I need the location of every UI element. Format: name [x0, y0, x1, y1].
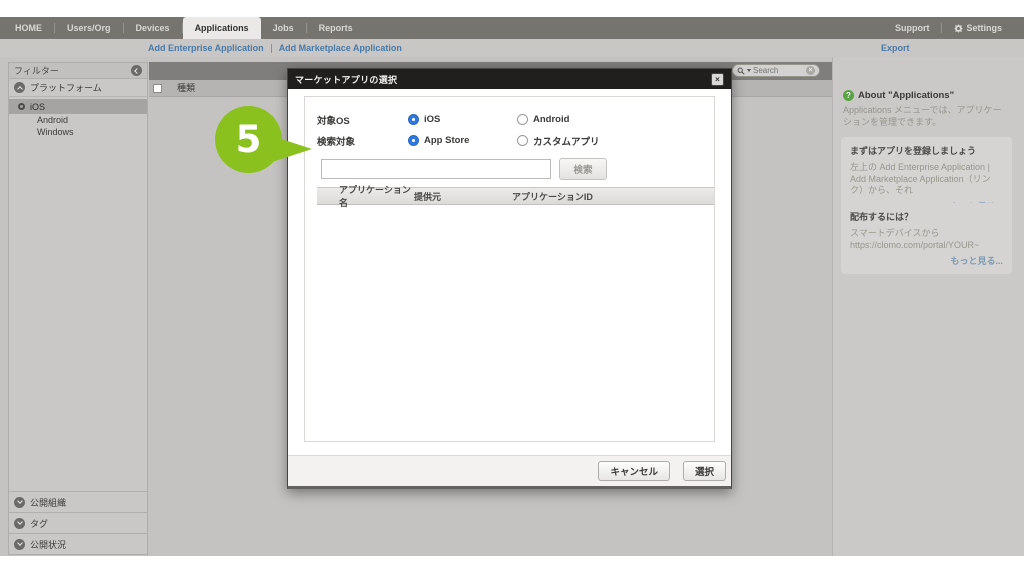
section-toggle-icon: [14, 539, 25, 550]
navbar-right: Support Settings: [883, 17, 1024, 39]
sidebar-item-android[interactable]: Android: [9, 114, 147, 126]
radio-app-store[interactable]: [408, 135, 419, 146]
dialog-footer: キャンセル 選択: [288, 455, 731, 486]
close-icon[interactable]: ×: [711, 73, 724, 86]
add-enterprise-application-link[interactable]: Add Enterprise Application: [148, 43, 264, 53]
step-number: 5: [236, 118, 262, 161]
tags-label: タグ: [30, 517, 48, 530]
result-table-header: アプリケーション名 提供元 アプリケーションID: [317, 187, 714, 205]
section-toggle-icon: [14, 497, 25, 508]
link-separator: [271, 44, 272, 53]
radio-android-label: Android: [533, 114, 569, 125]
search-button[interactable]: 検索: [559, 158, 607, 180]
top-navbar: HOME Users/Org Devices Applications Jobs…: [0, 17, 1024, 39]
about-applications-title: About "Applications": [858, 90, 954, 101]
list-search-input[interactable]: [753, 66, 804, 75]
tab-reports[interactable]: Reports: [307, 17, 365, 39]
filter-header: フィルター: [9, 63, 147, 79]
platform-section-label: プラットフォーム: [30, 81, 102, 94]
section-toggle-icon: [14, 82, 25, 93]
search-scope-caret-icon[interactable]: [747, 69, 751, 72]
target-os-row: 対象OS iOS Android: [317, 109, 714, 130]
market-app-select-dialog: マーケットアプリの選択 × 対象OS iOS Android 検索対象: [287, 68, 732, 489]
tab-home[interactable]: HOME: [3, 17, 54, 39]
help-card-distribute: 配布するには？ スマートデバイスから https://clomo.com/por…: [841, 203, 1012, 274]
platform-selected-icon: [18, 103, 25, 110]
select-all-checkbox[interactable]: [153, 84, 162, 93]
help-card-title: まずはアプリを登録しましょう: [850, 144, 1003, 157]
settings-link[interactable]: Settings: [942, 17, 1014, 39]
about-applications-body: Applications メニューでは、アプリケーションを管理できます。: [843, 105, 1010, 128]
collapse-sidebar-icon[interactable]: [131, 65, 142, 76]
see-more-link[interactable]: もっと見る...: [850, 254, 1003, 267]
section-public-status[interactable]: 公開状況: [9, 533, 147, 554]
tab-jobs[interactable]: Jobs: [261, 17, 306, 39]
help-panel: ? About "Applications" Applications メニュー…: [832, 57, 1024, 556]
section-toggle-icon: [14, 518, 25, 529]
target-os-label: 対象OS: [317, 113, 408, 127]
help-card-line1: スマートデバイスから: [850, 228, 1003, 240]
radio-ios[interactable]: [408, 114, 419, 125]
tab-users-org[interactable]: Users/Org: [55, 17, 123, 39]
help-card-body: 左上の Add Enterprise Application | Add Mar…: [850, 162, 1003, 197]
export-link[interactable]: Export: [881, 39, 910, 57]
sidebar-bottom-sections: 公開組織 タグ 公開状況: [9, 491, 147, 554]
radio-app-store-label: App Store: [424, 135, 469, 146]
settings-label: Settings: [966, 17, 1002, 39]
step-badge: 5: [215, 106, 282, 173]
public-status-label: 公開状況: [30, 538, 66, 551]
radio-ios-label: iOS: [424, 114, 440, 125]
search-target-row: 検索対象 App Store カスタムアプリ: [317, 130, 714, 151]
radio-custom-app-label: カスタムアプリ: [533, 134, 600, 148]
help-card-url: https://clomo.com/portal/YOUR~: [850, 240, 1003, 252]
app-window: HOME Users/Org Devices Applications Jobs…: [0, 0, 1024, 576]
filter-title: フィルター: [14, 64, 131, 77]
help-question-icon: ?: [843, 90, 854, 101]
section-public-org[interactable]: 公開組織: [9, 491, 147, 512]
section-tags[interactable]: タグ: [9, 512, 147, 533]
filter-sidebar: フィルター プラットフォーム iOS Android Windows 公開組織 …: [8, 62, 148, 555]
radio-custom-app[interactable]: [517, 135, 528, 146]
type-column-header: 種類: [177, 80, 195, 97]
dialog-panel: 対象OS iOS Android 検索対象 App Store: [304, 96, 715, 442]
tab-devices[interactable]: Devices: [124, 17, 182, 39]
select-button[interactable]: 選択: [683, 461, 726, 481]
action-bar: Add Enterprise Application Add Marketpla…: [0, 39, 1024, 57]
app-search-input[interactable]: [321, 159, 551, 179]
tab-applications[interactable]: Applications: [183, 17, 261, 39]
cancel-button[interactable]: キャンセル: [598, 461, 670, 481]
list-search-box[interactable]: ×: [732, 64, 820, 77]
clear-search-icon[interactable]: ×: [806, 66, 815, 75]
platform-ios-label: iOS: [30, 102, 45, 112]
platform-section-header[interactable]: プラットフォーム: [9, 79, 147, 97]
sidebar-item-ios[interactable]: iOS: [9, 99, 147, 114]
column-app-name: アプリケーション名: [317, 183, 414, 209]
support-link[interactable]: Support: [883, 17, 942, 39]
add-marketplace-application-link[interactable]: Add Marketplace Application: [279, 43, 402, 53]
dialog-title: マーケットアプリの選択: [295, 73, 397, 86]
help-card-title: 配布するには？: [850, 210, 1003, 223]
search-icon: [737, 67, 745, 75]
radio-android[interactable]: [517, 114, 528, 125]
sidebar-item-windows[interactable]: Windows: [9, 126, 147, 138]
search-target-label: 検索対象: [317, 134, 408, 148]
column-provider: 提供元: [414, 190, 512, 203]
public-org-label: 公開組織: [30, 496, 66, 509]
column-app-id: アプリケーションID: [512, 190, 714, 203]
dialog-titlebar: マーケットアプリの選択 ×: [288, 69, 731, 89]
gear-icon: [954, 24, 963, 33]
